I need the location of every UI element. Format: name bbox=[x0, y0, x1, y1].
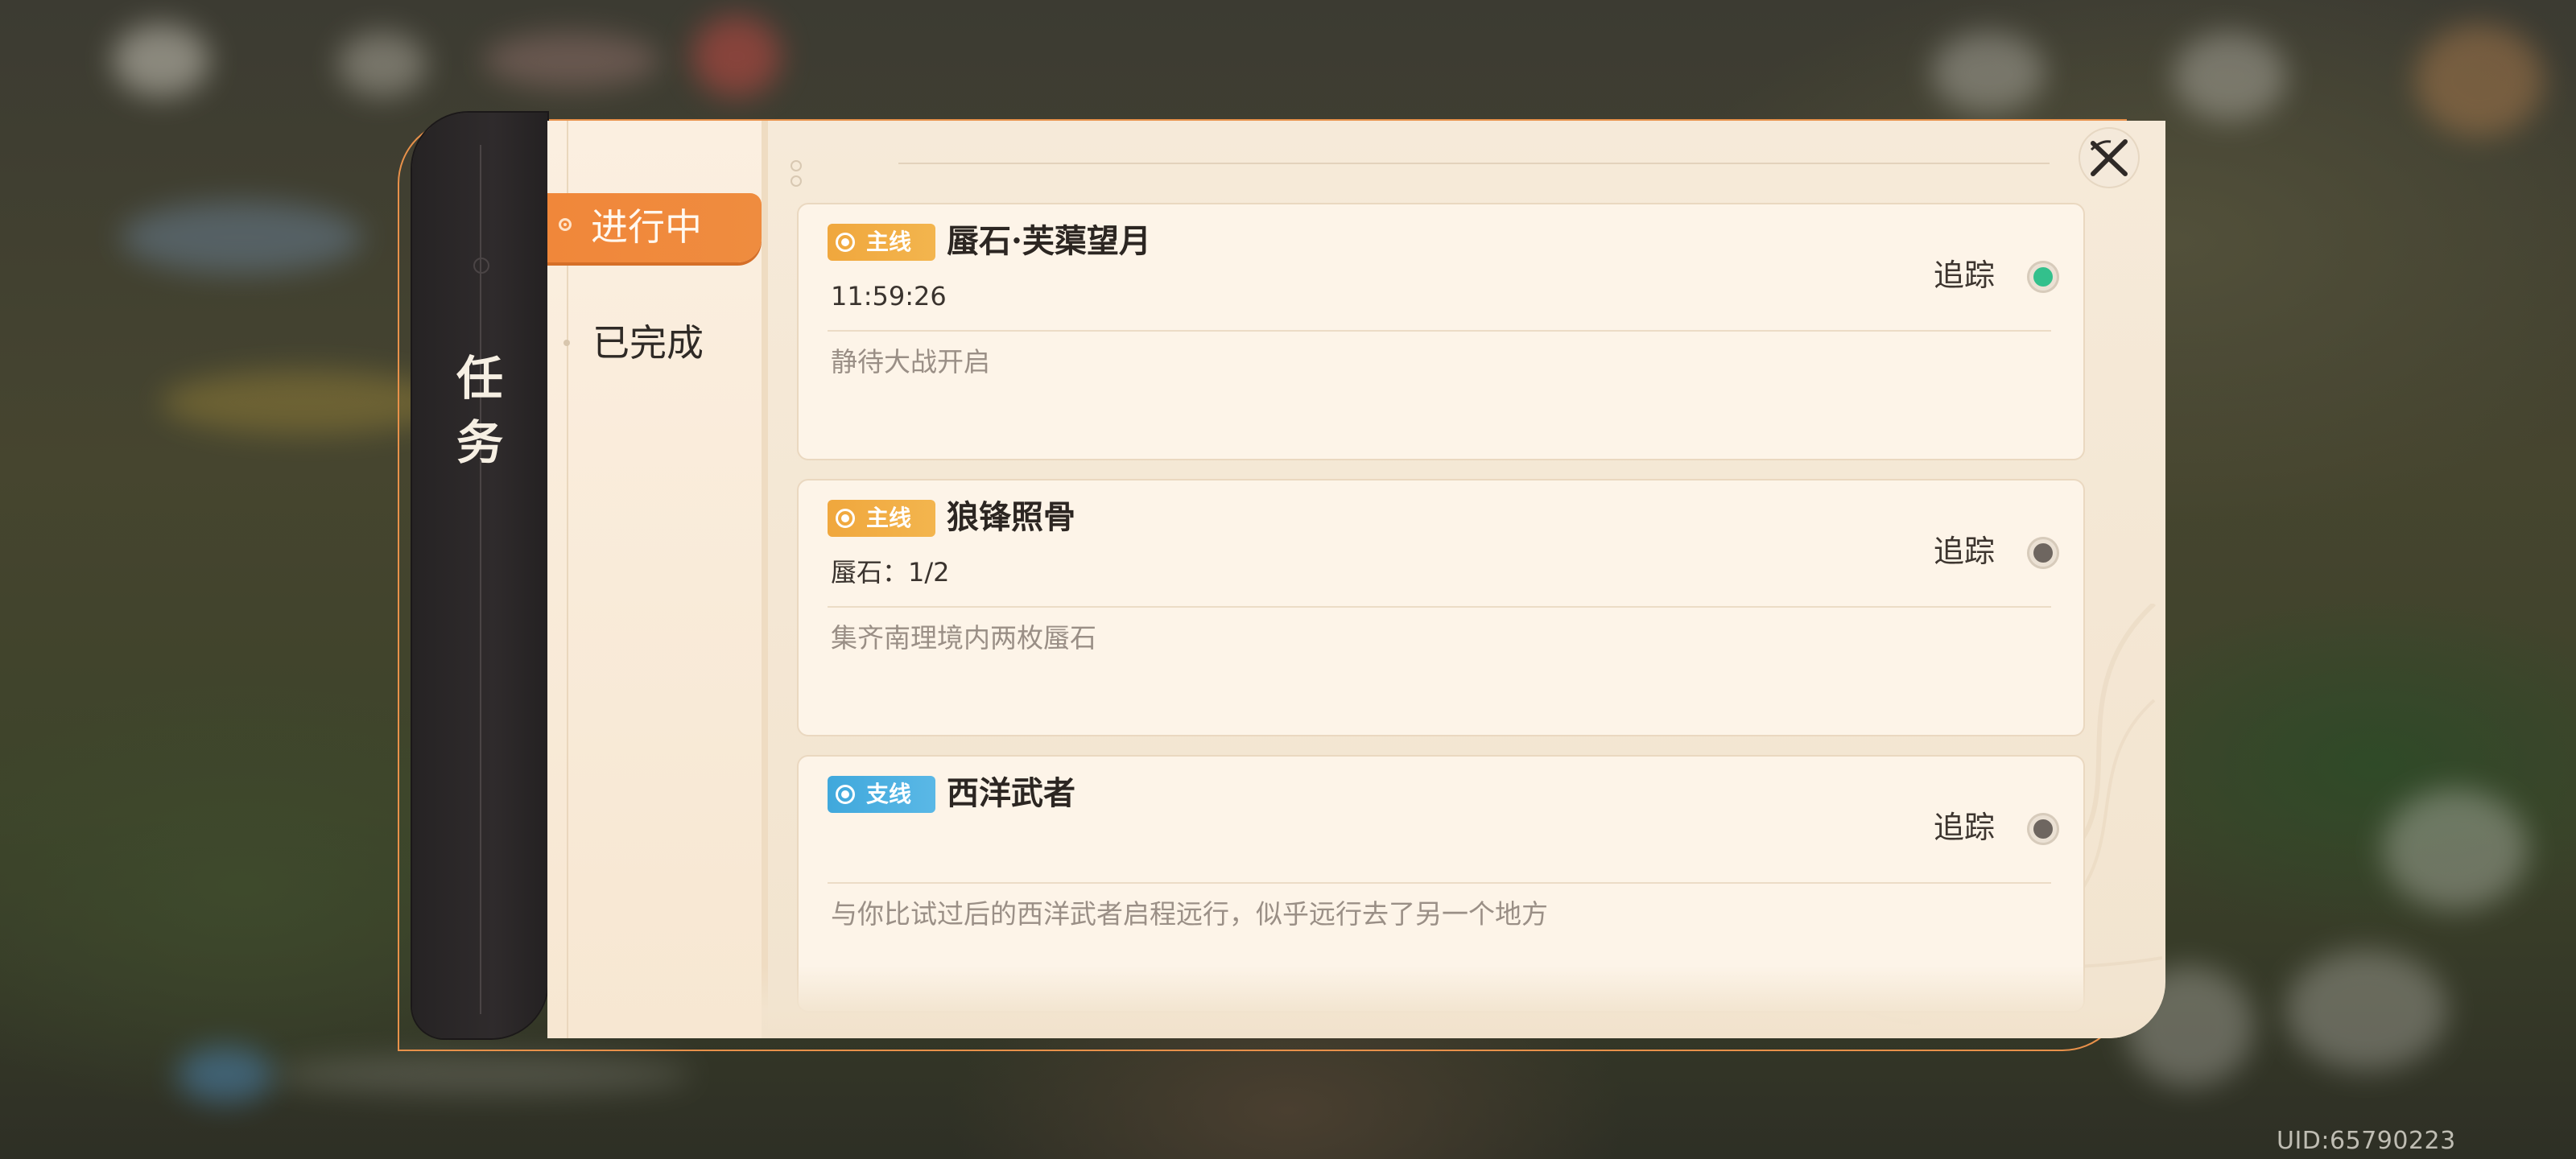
strip-ornament-icon bbox=[473, 258, 489, 274]
tab-completed[interactable]: 已完成 bbox=[547, 319, 762, 367]
quest-description: 与你比试过后的西洋武者启程远行，似乎远行去了另一个地方 bbox=[831, 898, 1548, 930]
quest-title: 狼锋照骨 bbox=[947, 498, 1075, 536]
uid-label: UID:65790223 bbox=[2277, 1127, 2456, 1155]
list-fade bbox=[762, 966, 2165, 1038]
quest-type-label: 支线 bbox=[866, 781, 912, 807]
tab-dot-icon bbox=[564, 340, 570, 346]
badge-ring-icon bbox=[836, 785, 855, 804]
track-toggle-icon[interactable] bbox=[2027, 261, 2059, 293]
track-label: 追踪 bbox=[1934, 810, 1996, 845]
quest-type-label: 主线 bbox=[866, 505, 912, 531]
track-label: 追踪 bbox=[1934, 258, 1996, 293]
tab-completed-label: 已完成 bbox=[592, 321, 704, 365]
quest-title: 西洋武者 bbox=[947, 774, 1075, 812]
panel-title-line2: 务 bbox=[456, 415, 503, 470]
strip-divider bbox=[480, 145, 481, 1014]
quest-card[interactable]: 主线 蜃石·芙蕖望月 11:59:26 追踪 静待大战开启 bbox=[797, 203, 2085, 460]
tab-in-progress[interactable]: 进行中 bbox=[547, 193, 762, 262]
panel-title: 任 务 bbox=[412, 346, 547, 475]
quest-description: 静待大战开启 bbox=[831, 346, 990, 377]
quest-subtitle: 11:59:26 bbox=[831, 281, 947, 311]
header-divider bbox=[898, 163, 2050, 164]
track-toggle-icon[interactable] bbox=[2027, 813, 2059, 845]
content-edge bbox=[762, 121, 768, 1038]
header-dots-icon bbox=[791, 159, 815, 187]
quest-type-label: 主线 bbox=[866, 229, 912, 255]
tab-in-progress-label: 进行中 bbox=[591, 205, 702, 249]
quest-type-badge: 主线 bbox=[828, 224, 935, 261]
badge-ring-icon bbox=[836, 509, 855, 528]
quest-type-badge: 主线 bbox=[828, 500, 935, 537]
quest-description: 集齐南理境内两枚蜃石 bbox=[831, 622, 1096, 654]
track-toggle-icon[interactable] bbox=[2027, 537, 2059, 569]
title-strip: 任 务 bbox=[412, 113, 547, 1038]
quest-type-badge: 支线 bbox=[828, 776, 935, 813]
track-label: 追踪 bbox=[1934, 534, 1996, 569]
quest-title: 蜃石·芙蕖望月 bbox=[947, 222, 1151, 260]
panel-title-line1: 任 bbox=[456, 351, 503, 406]
quest-divider bbox=[828, 606, 2051, 608]
quest-card[interactable]: 主线 狼锋照骨 蜃石：1/2 追踪 集齐南理境内两枚蜃石 bbox=[797, 479, 2085, 736]
close-icon bbox=[2090, 139, 2128, 176]
quest-subtitle: 蜃石：1/2 bbox=[831, 557, 950, 588]
badge-ring-icon bbox=[836, 233, 855, 252]
close-button[interactable] bbox=[2080, 129, 2138, 187]
quest-divider bbox=[828, 882, 2051, 884]
quest-divider bbox=[828, 330, 2051, 332]
tab-active-dot-icon bbox=[559, 218, 572, 231]
